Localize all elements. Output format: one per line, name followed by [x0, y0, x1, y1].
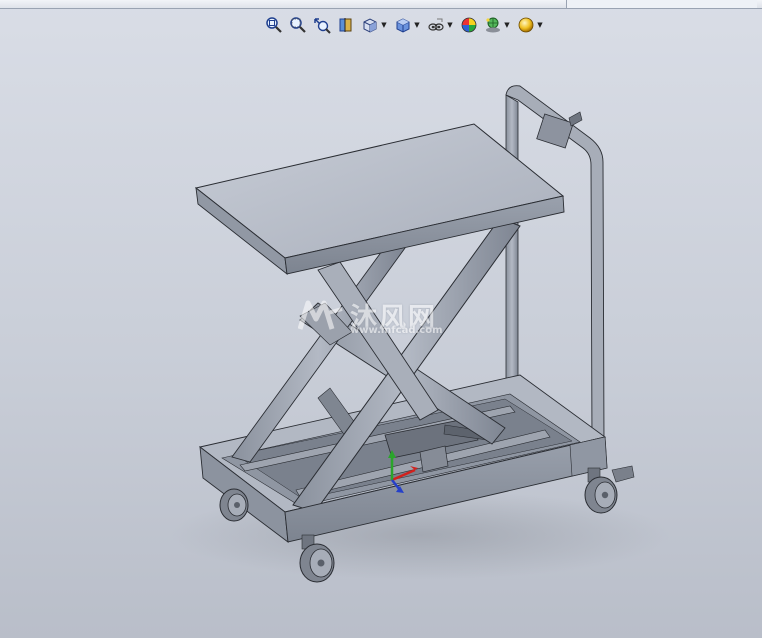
graphics-viewport[interactable]: ▼ ▼ ▼ ▼ ▼ 沐风网 www.mfcad.com [0, 0, 762, 638]
hydraulic-knob[interactable] [568, 111, 583, 127]
caster-wheel-rear-left [219, 488, 249, 522]
caster-wheel-front-right [584, 465, 635, 514]
handle-bracket [536, 113, 574, 149]
wheel-brake [611, 465, 635, 483]
scissor-lift-cart-model[interactable] [0, 0, 762, 638]
